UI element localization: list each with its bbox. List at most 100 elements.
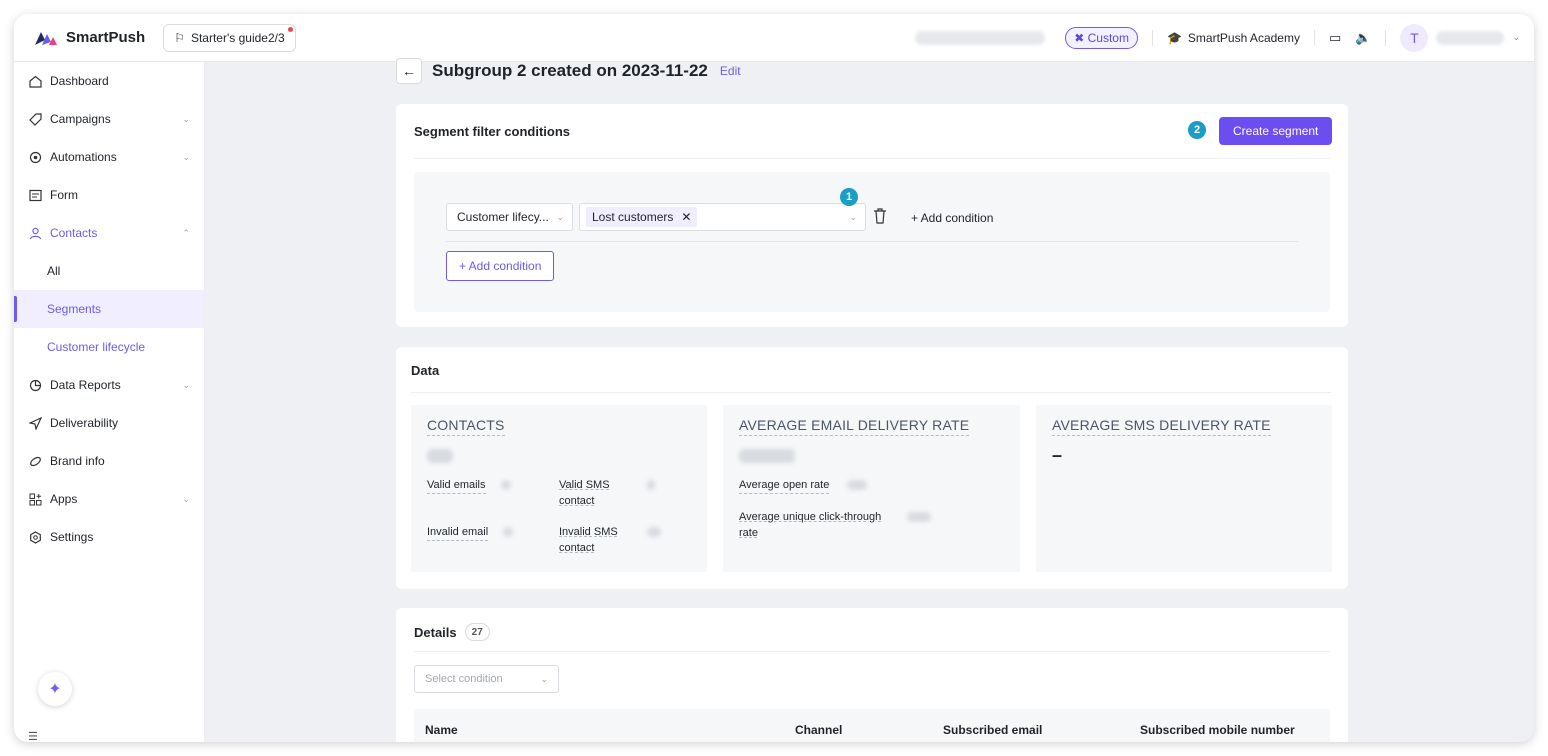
valid-emails-label: Valid emails — [427, 477, 486, 494]
column-header-name: Name — [425, 723, 458, 737]
app-name: SmartPush — [66, 29, 146, 46]
sidebar-item-label: Deliverability — [50, 416, 119, 430]
page-header: ← Subgroup 2 created on 2023-11-22 Edit — [396, 58, 741, 84]
add-condition-button[interactable]: + Add condition — [446, 251, 555, 281]
contacts-heading: CONTACTS — [427, 417, 505, 436]
email-delivery-value-redacted — [739, 449, 795, 463]
sidebar-item-label: Data Reports — [50, 378, 121, 392]
sidebar-item-label: Form — [50, 188, 78, 202]
starters-guide-button[interactable]: ⚐ Starter's guide2/3 — [163, 23, 296, 52]
top-bar: SmartPush ⚐ Starter's guide2/3 ✖ Custom … — [14, 14, 1534, 62]
condition-select[interactable]: Select condition ⌄ — [414, 665, 559, 693]
trash-icon[interactable] — [873, 208, 887, 229]
open-rate-label: Average open rate — [739, 477, 830, 494]
sidebar-item-dashboard[interactable]: Dashboard — [14, 62, 204, 100]
form-icon — [28, 188, 42, 202]
condition-select-placeholder: Select condition — [425, 673, 503, 685]
email-delivery-stat: AVERAGE EMAIL DELIVERY RATE Average open… — [723, 405, 1020, 572]
app-window: SmartPush ⚐ Starter's guide2/3 ✖ Custom … — [14, 14, 1534, 742]
settings-icon — [28, 530, 42, 544]
avatar-initial: T — [1410, 29, 1419, 46]
create-segment-button[interactable]: Create segment — [1219, 117, 1333, 145]
sidebar-item-settings[interactable]: Settings — [14, 518, 204, 556]
chevron-up-icon: ⌃ — [182, 227, 190, 238]
invalid-email-value-redacted — [503, 527, 513, 537]
click-rate-value-redacted — [907, 512, 931, 522]
sidebar-item-label: Dashboard — [50, 74, 109, 88]
separator — [1151, 29, 1153, 46]
sidebar-item-segments[interactable]: Segments — [14, 290, 204, 328]
ai-assistant-button[interactable]: ✦ — [38, 672, 72, 706]
sidebar-item-form[interactable]: Form — [14, 176, 204, 214]
step-badge-1: 1 — [840, 188, 858, 206]
sidebar-item-data-reports[interactable]: Data Reports ⌄ — [14, 366, 204, 404]
notification-dot — [287, 26, 293, 32]
pie-chart-icon — [28, 378, 42, 392]
sidebar-item-label: Brand info — [50, 454, 105, 468]
custom-badge[interactable]: ✖ Custom — [1065, 26, 1138, 49]
chevron-down-icon: ⌄ — [182, 113, 190, 124]
inline-add-condition-link[interactable]: + Add condition — [911, 211, 993, 225]
avatar[interactable]: T — [1400, 23, 1429, 52]
contacts-value-redacted — [427, 449, 453, 463]
details-card: Details 27 Select condition ⌄ Name Chann… — [396, 608, 1348, 742]
arrow-left-icon: ← — [402, 63, 416, 79]
user-name-redacted[interactable] — [1436, 30, 1505, 45]
value-multiselect[interactable]: Lost customers ✕ ⌄ — [579, 203, 866, 231]
sidebar-item-contacts[interactable]: Contacts ⌃ — [14, 214, 204, 252]
message-icon[interactable]: ▭ — [1329, 30, 1341, 46]
contacts-stat: CONTACTS Valid emails Valid SMS contact … — [411, 405, 707, 572]
segment-filter-card: Segment filter conditions 2 Create segme… — [396, 104, 1348, 327]
divider — [414, 158, 1330, 159]
sidebar-item-customer-lifecycle[interactable]: Customer lifecycle — [14, 328, 204, 366]
edit-link[interactable]: Edit — [720, 64, 741, 78]
back-button[interactable]: ← — [396, 58, 422, 84]
close-icon[interactable]: ✕ — [681, 210, 691, 224]
user-icon — [28, 226, 42, 240]
sidebar: Dashboard Campaigns ⌄ Automations ⌄ Form… — [14, 62, 205, 742]
home-icon — [28, 74, 42, 88]
details-title-row: Details 27 — [414, 623, 490, 641]
separator — [1313, 29, 1315, 46]
sidebar-item-label: Automations — [50, 150, 117, 164]
valid-sms-label: Valid SMS contact — [559, 479, 610, 507]
sidebar-item-all[interactable]: All — [14, 252, 204, 290]
details-title: Details — [414, 624, 457, 640]
separator — [1385, 29, 1387, 46]
chevron-down-icon: ⌄ — [540, 673, 548, 684]
chevron-down-icon: ⌄ — [182, 493, 190, 504]
speaker-icon[interactable]: 🔈 — [1355, 30, 1371, 46]
field-select[interactable]: Customer lifecy... ⌄ — [446, 203, 573, 231]
store-name-redacted — [915, 30, 1046, 45]
valid-emails-value-redacted — [501, 480, 511, 490]
sidebar-item-deliverability[interactable]: Deliverability — [14, 404, 204, 442]
column-header-subscribed-mobile: Subscribed mobile number — [1140, 723, 1295, 737]
sidebar-item-label: Customer lifecycle — [47, 340, 146, 354]
value-tag: Lost customers ✕ — [586, 207, 698, 227]
sidebar-item-label: Campaigns — [50, 112, 111, 126]
chevron-down-icon: ⌄ — [182, 151, 190, 162]
sidebar-item-label: Settings — [50, 530, 94, 544]
filter-card-title: Segment filter conditions — [414, 124, 571, 139]
custom-label: ✖ Custom — [1074, 30, 1129, 45]
graduation-cap-icon: 🎓 — [1166, 30, 1182, 45]
sidebar-item-campaigns[interactable]: Campaigns ⌄ — [14, 100, 204, 138]
sidebar-item-brand-info[interactable]: Brand info — [14, 442, 204, 480]
sidebar-item-label: Apps — [50, 492, 78, 506]
sidebar-item-apps[interactable]: Apps ⌄ — [14, 480, 204, 518]
sidebar-item-automations[interactable]: Automations ⌄ — [14, 138, 204, 176]
data-card: Data CONTACTS Valid emails Valid SMS con… — [396, 347, 1348, 589]
divider — [414, 651, 1330, 652]
sms-delivery-stat: AVERAGE SMS DELIVERY RATE – — [1036, 405, 1332, 572]
collapse-sidebar-icon[interactable]: ☰ — [28, 730, 38, 742]
divider — [446, 241, 1298, 242]
chevron-down-icon[interactable]: ⌄ — [1512, 32, 1520, 43]
sparkle-icon: ✦ — [48, 681, 62, 698]
tag-icon — [28, 112, 42, 126]
academy-link[interactable]: 🎓 SmartPush Academy — [1167, 31, 1300, 45]
signpost-icon: ⚐ — [174, 30, 185, 45]
click-rate-label: Average unique click-through rate — [739, 511, 882, 539]
app-logo[interactable]: SmartPush — [34, 29, 145, 46]
guide-label: Starter's guide2/3 — [190, 30, 285, 45]
table-header: Name Channel Subscribed email Subscribed… — [414, 709, 1330, 742]
